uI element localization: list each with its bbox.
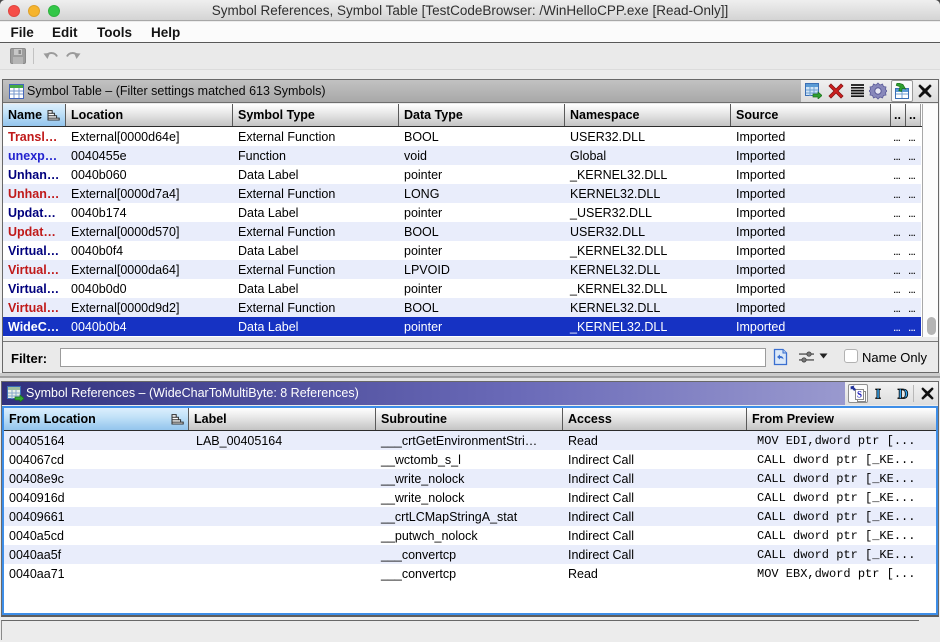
svg-text:D: D xyxy=(898,387,909,402)
svg-text:I: I xyxy=(875,387,881,402)
svg-text:S: S xyxy=(857,390,862,400)
